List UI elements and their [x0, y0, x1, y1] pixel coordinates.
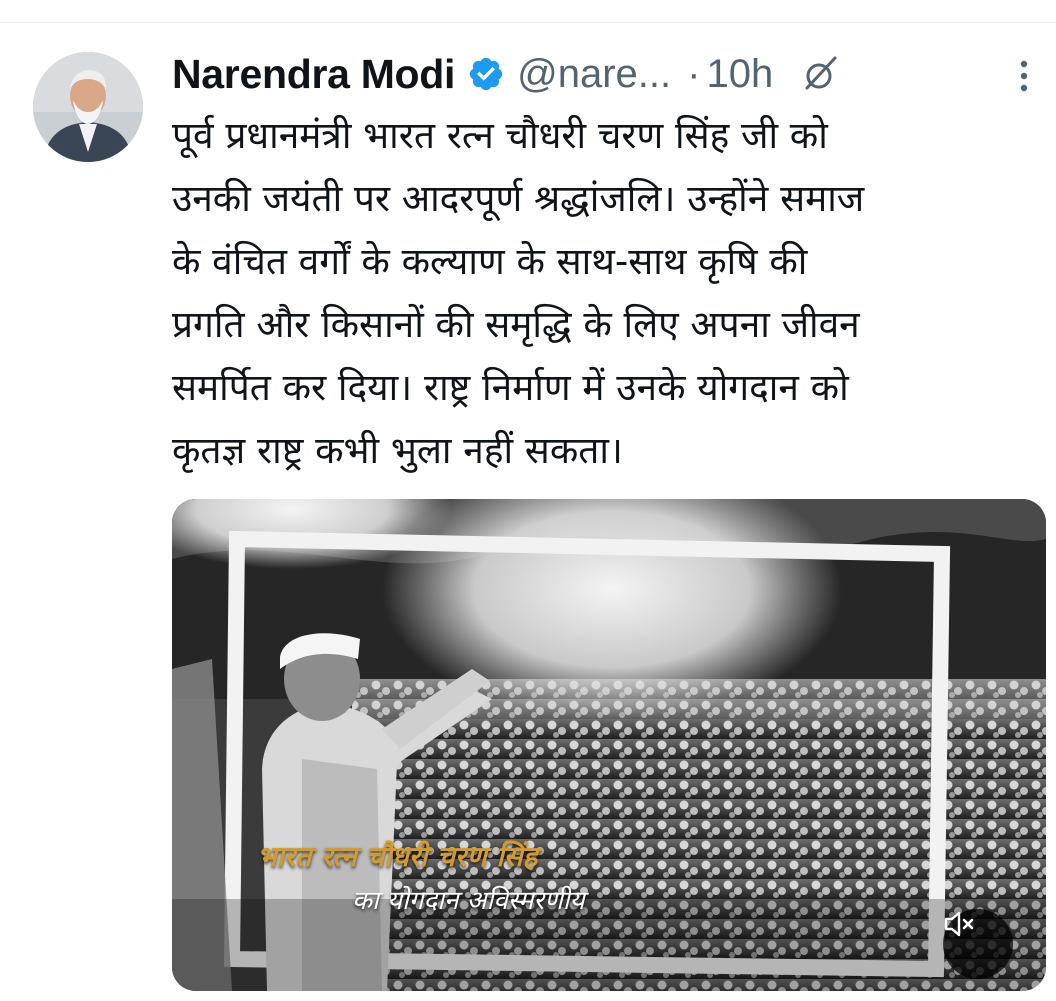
tweet[interactable]: Narendra Modi @nare... · 10h पूर्व प्रधा…: [0, 0, 1056, 1001]
timestamp[interactable]: 10h: [706, 52, 773, 97]
tweet-text-line: के वंचित वर्गों के कल्याण के साथ-साथ कृष…: [172, 240, 808, 283]
grok-icon[interactable]: [801, 54, 841, 94]
more-vertical-icon[interactable]: [1012, 56, 1036, 96]
author-handle[interactable]: @nare...: [517, 52, 671, 97]
tweet-text-line: समर्पित कर दिया। राष्ट्र निर्माण में उनक…: [172, 366, 849, 409]
video-caption-title: भारत रत्न चौधरी चरण सिंह: [257, 840, 538, 873]
tweet-text: पूर्व प्रधानमंत्री भारत रत्न चौधरी चरण स…: [172, 104, 1042, 482]
tweet-header: Narendra Modi @nare... · 10h: [172, 44, 1042, 104]
tweet-text-line: कृतज्ञ राष्ट्र कभी भुला नहीं सकता।: [172, 429, 623, 472]
tweet-text-line: पूर्व प्रधानमंत्री भारत रत्न चौधरी चरण स…: [172, 114, 828, 157]
video-caption-subtitle: का योगदान अविस्मरणीय: [352, 886, 585, 916]
verified-badge-icon[interactable]: [467, 55, 505, 93]
tweet-text-line: उनकी जयंती पर आदरपूर्ण श्रद्धांजलि। उन्ह…: [172, 177, 865, 220]
video-frame: [172, 499, 1046, 991]
speaker-muted-icon: [944, 911, 974, 937]
tweet-text-line: प्रगति और किसानों की समृद्धि के लिए अपना…: [172, 303, 860, 346]
mute-button[interactable]: [943, 909, 1013, 979]
author-name[interactable]: Narendra Modi: [172, 51, 455, 98]
separator-dot: ·: [687, 51, 701, 96]
video-player[interactable]: भारत रत्न चौधरी चरण सिंह का योगदान अविस्…: [172, 499, 1046, 991]
avatar[interactable]: [33, 52, 143, 162]
